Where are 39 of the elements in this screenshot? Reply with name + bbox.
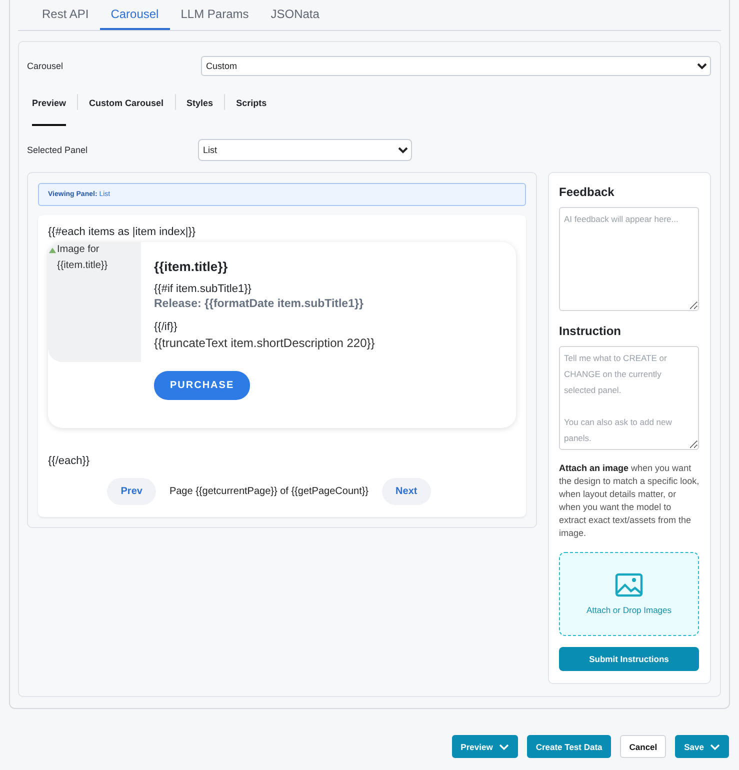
field-label: Carousel [27,61,64,71]
action-button[interactable]: Create Test Data [526,735,612,758]
tab[interactable]: Preview [32,92,66,126]
image-alt-text: Image for {{item.title}} [57,243,109,273]
section-title: Feedback [559,185,616,199]
submit-button[interactable]: Submit Instructions [559,647,699,671]
template-text: {{/each}} [48,454,91,468]
image-icon [615,573,643,597]
description-text: {{truncateText item.shortDescription 220}} [154,336,375,350]
purchase-button[interactable]: PURCHASE [154,371,250,400]
dropdown-button[interactable]: Save [675,735,729,758]
tab[interactable]: Styles [186,92,214,126]
field-label: Selected Panel [27,145,89,155]
dropdown-button[interactable]: Preview [452,735,518,758]
template-text: {{/if}} [154,320,178,334]
page-indicator: Page {{getcurrentPage}} of {{getPageCount}} [169,486,369,497]
carousel-select[interactable]: Custom [201,56,711,76]
item-title: {{item.title}} [154,259,228,274]
tab[interactable]: JSONata [260,0,330,30]
attach-hint: Attach an image when you want the design to match a specific look, when layout details matter, or when you want the model to extract exact text/assets from the image. [559,462,700,540]
chevron-down-icon [710,742,720,752]
cancel-button[interactable]: Cancel [620,735,666,758]
tab[interactable]: Rest API [31,0,100,30]
tab[interactable]: Custom Carousel [89,92,164,126]
template-text: {{#each items as |item index|}} [48,225,197,239]
feedback-field[interactable]: AI feedback will appear here... [559,207,699,311]
panel-select[interactable]: List [198,139,412,161]
tab[interactable]: LLM Params [170,0,260,30]
tab[interactable]: Scripts [236,92,267,126]
chevron-down-icon [498,742,509,752]
image-dropzone[interactable]: Attach or Drop Images [559,552,699,636]
template-text: {{#if item.subTitle1}} [154,282,252,296]
section-title: Instruction [559,324,622,338]
instruction-field[interactable]: Tell me what to CREATE or CHANGE on the currently selected panel. You can also ask to add new panels. [559,346,699,450]
next-button[interactable]: Next [382,478,432,505]
release-text: Release: {{formatDate item.subTitle1}} [154,298,364,310]
tab[interactable]: Carousel [100,0,170,30]
prev-button[interactable]: Prev [106,478,156,505]
dropzone-label: Attach or Drop Images [586,605,672,615]
